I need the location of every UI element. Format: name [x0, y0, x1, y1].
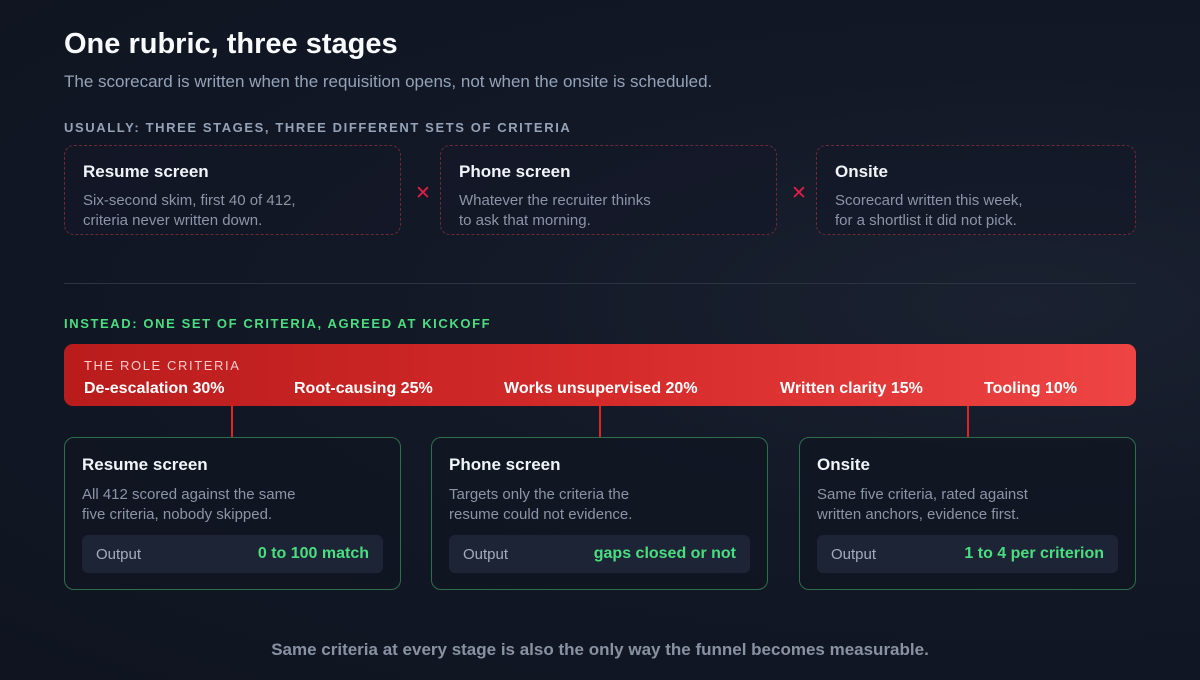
old-stage-card-resume: Resume screen Six-second skim, first 40 …	[64, 145, 401, 235]
instead-section-label: INSTEAD: ONE SET OF CRITERIA, AGREED AT …	[64, 316, 492, 331]
criterion-tooling: Tooling 10%	[984, 380, 1078, 397]
footer-note: Same criteria at every stage is also the…	[271, 640, 929, 659]
old-stage-title: Resume screen	[83, 162, 209, 181]
output-label: Output	[463, 545, 509, 563]
output-label: Output	[96, 545, 142, 563]
new-stage-card-phone: Phone screen Targets only the criteria t…	[431, 437, 768, 590]
new-stage-title: Resume screen	[82, 455, 208, 474]
old-stage-desc: Six-second skim, first 40 of 412, criter…	[83, 192, 296, 229]
output-value: gaps closed or not	[593, 545, 736, 562]
old-stage-title: Onsite	[835, 162, 888, 181]
new-stage-title: Onsite	[817, 455, 870, 474]
mismatch-x-icon: ✕	[415, 183, 431, 204]
mismatch-x-icon: ✕	[791, 183, 807, 204]
connector-line	[967, 406, 969, 438]
new-stage-desc: All 412 scored against the same five cri…	[82, 486, 296, 523]
criterion-de-escalation: De-escalation 30%	[84, 380, 225, 397]
role-criteria-bar: THE ROLE CRITERIA De-escalation 30% Root…	[64, 344, 1136, 406]
page-subtitle: The scorecard is written when the requis…	[64, 72, 713, 91]
output-value: 0 to 100 match	[257, 545, 369, 562]
criteria-bar-label: THE ROLE CRITERIA	[84, 358, 241, 373]
output-row: Output 1 to 4 per criterion	[817, 535, 1118, 573]
output-value: 1 to 4 per criterion	[964, 545, 1104, 562]
old-stage-card-onsite: Onsite Scorecard written this week, for …	[816, 145, 1136, 235]
new-stage-card-resume: Resume screen All 412 scored against the…	[64, 437, 401, 590]
usually-section-label: USUALLY: THREE STAGES, THREE DIFFERENT S…	[64, 120, 572, 135]
section-divider	[64, 283, 1136, 284]
new-stage-title: Phone screen	[449, 455, 561, 474]
output-label: Output	[831, 545, 877, 563]
criterion-works-unsupervised: Works unsupervised 20%	[504, 380, 698, 397]
old-stage-desc: Whatever the recruiter thinks to ask tha…	[459, 192, 651, 229]
new-stage-desc: Targets only the criteria the resume cou…	[449, 486, 633, 523]
output-row: Output gaps closed or not	[449, 535, 750, 573]
old-stage-card-phone: Phone screen Whatever the recruiter thin…	[440, 145, 777, 235]
new-stage-desc: Same five criteria, rated against writte…	[817, 486, 1028, 523]
old-stage-title: Phone screen	[459, 162, 571, 181]
connector-line	[599, 406, 601, 438]
connector-line	[231, 406, 233, 438]
criterion-written-clarity: Written clarity 15%	[780, 380, 923, 397]
output-row: Output 0 to 100 match	[82, 535, 383, 573]
criterion-root-causing: Root-causing 25%	[294, 380, 433, 397]
old-stage-desc: Scorecard written this week, for a short…	[835, 192, 1023, 229]
new-stage-card-onsite: Onsite Same five criteria, rated against…	[799, 437, 1136, 590]
page-title: One rubric, three stages	[64, 28, 398, 60]
